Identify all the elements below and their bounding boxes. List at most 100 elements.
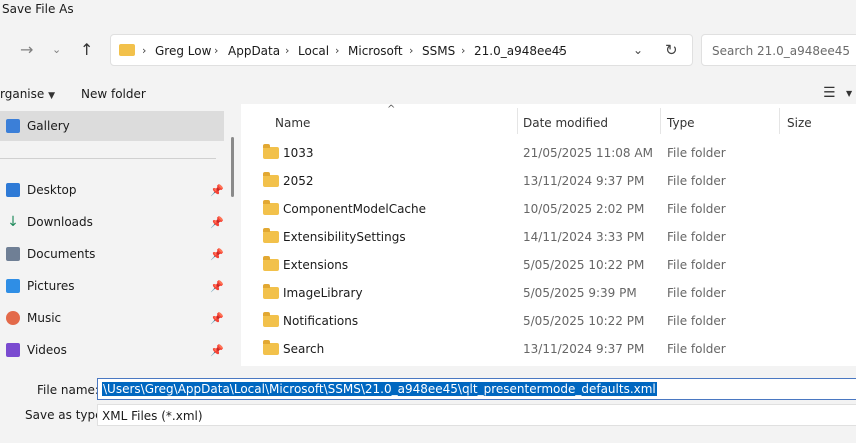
file-date: 14/11/2024 3:33 PM [523,230,645,244]
table-row[interactable]: Notifications 5/05/2025 10:22 PM File fo… [241,308,856,336]
breadcrumb-separator-icon: › [214,44,219,57]
sidebar-divider [0,158,216,159]
table-row[interactable]: ImageLibrary 5/05/2025 9:39 PM File fold… [241,280,856,308]
file-type: File folder [667,174,726,188]
videos-icon [6,343,20,357]
chevron-down-icon: ▼ [48,91,56,101]
download-icon: ↓ [7,214,19,230]
file-date: 10/05/2025 2:02 PM [523,202,645,216]
file-list: ^ Name Date modified Type Size 1033 21/0… [241,104,856,366]
file-type: File folder [667,342,726,356]
pin-icon[interactable]: 📌 [210,216,224,229]
file-date: 5/05/2025 9:39 PM [523,286,637,300]
gallery-icon [6,119,20,133]
sidebar-item-desktop[interactable]: Desktop [6,180,77,200]
folder-icon [119,44,135,56]
refresh-icon[interactable]: ↻ [665,41,678,59]
sidebar-item-label: Music [27,311,62,325]
table-row[interactable]: 2052 13/11/2024 9:37 PM File folder [241,168,856,196]
organise-button[interactable]: rganise ▼ [0,87,55,101]
file-name: Notifications [283,314,359,328]
folder-icon [263,284,279,299]
sidebar-item-documents[interactable]: Documents [6,244,95,264]
file-type: File folder [667,146,726,160]
breadcrumb-ssms[interactable]: SSMS [422,44,455,58]
file-name: ComponentModelCache [283,202,427,216]
pin-icon[interactable]: 📌 [210,184,224,197]
folder-icon [263,172,279,187]
search-input[interactable]: Search 21.0_a948ee45 [701,34,856,66]
column-divider[interactable] [779,108,780,134]
file-name-label: File name: [37,383,99,397]
file-type: File folder [667,230,726,244]
breadcrumb-local[interactable]: Local [298,44,329,58]
pin-icon[interactable]: 📌 [210,344,224,357]
file-name: ExtensibilitySettings [283,230,406,244]
sidebar-item-label: Documents [27,247,96,261]
breadcrumb-current-folder[interactable]: 21.0_a948ee45 [474,44,567,58]
desktop-icon [6,183,20,197]
sidebar-item-label: Downloads [27,215,93,229]
sidebar-item-label: Videos [27,343,67,357]
file-type: File folder [667,314,726,328]
breadcrumb-separator-icon: › [461,44,466,57]
sidebar-item-music[interactable]: Music [6,308,61,328]
address-dropdown-chevron-icon[interactable]: ⌄ [633,43,643,57]
breadcrumb-separator-icon: › [409,44,414,57]
table-row[interactable]: ExtensibilitySettings 14/11/2024 3:33 PM… [241,224,856,252]
table-row[interactable]: 1033 21/05/2025 11:08 AM File folder [241,140,856,168]
breadcrumb-separator-icon: › [558,44,563,57]
breadcrumb-microsoft[interactable]: Microsoft [348,44,403,58]
view-options-icon[interactable]: ☰ [823,85,836,101]
sidebar-item-videos[interactable]: Videos [6,340,67,360]
column-header-date-modified[interactable]: Date modified [523,116,608,130]
breadcrumb-separator-icon: › [285,44,290,57]
pictures-icon [6,279,20,293]
file-name: Extensions [283,258,349,272]
view-dropdown-chevron-icon[interactable]: ▼ [846,89,852,98]
file-name: 2052 [283,174,314,188]
file-date: 5/05/2025 10:22 PM [523,258,645,272]
column-header-size[interactable]: Size [787,116,812,130]
forward-icon[interactable]: → [20,42,33,58]
music-icon [6,311,20,325]
file-type: File folder [667,258,726,272]
column-divider[interactable] [517,108,518,134]
sidebar-item-label: Desktop [27,183,77,197]
folder-icon [263,256,279,271]
sidebar-item-downloads[interactable]: ↓ Downloads [6,212,93,232]
table-row[interactable]: Extensions 5/05/2025 10:22 PM File folde… [241,252,856,280]
pin-icon[interactable]: 📌 [210,248,224,261]
save-as-type-label: Save as type: [25,408,107,422]
table-row[interactable]: ComponentModelCache 10/05/2025 2:02 PM F… [241,196,856,224]
file-date: 5/05/2025 10:22 PM [523,314,645,328]
folder-icon [263,200,279,215]
file-name-input[interactable]: \Users\Greg\AppData\Local\Microsoft\SSMS… [97,378,856,400]
sort-ascending-icon: ^ [387,104,396,115]
sidebar-item-gallery[interactable]: Gallery [6,116,70,136]
folder-icon [263,340,279,355]
file-name: Search [283,342,325,356]
breadcrumb-separator-icon: › [335,44,340,57]
breadcrumb-appdata[interactable]: AppData [228,44,280,58]
column-header-type[interactable]: Type [667,116,695,130]
sidebar-scrollbar[interactable] [231,137,234,197]
pin-icon[interactable]: 📌 [210,280,224,293]
sidebar-item-pictures[interactable]: Pictures [6,276,75,296]
table-row[interactable]: Search 13/11/2024 9:37 PM File folder [241,336,856,364]
file-name-value: \Users\Greg\AppData\Local\Microsoft\SSMS… [102,382,657,396]
pin-icon[interactable]: 📌 [210,312,224,325]
file-date: 13/11/2024 9:37 PM [523,342,645,356]
folder-icon [263,228,279,243]
recent-locations-chevron-icon[interactable]: ⌄ [52,42,61,58]
window-title: Save File As [2,2,74,16]
new-folder-button[interactable]: New folder [81,87,146,101]
column-header-name[interactable]: Name [275,116,310,130]
save-as-type-select[interactable]: XML Files (*.xml) [97,404,856,426]
column-divider[interactable] [660,108,661,134]
up-folder-icon[interactable]: ↑ [80,42,93,58]
file-date: 13/11/2024 9:37 PM [523,174,645,188]
breadcrumb-greg-low[interactable]: Greg Low [155,44,211,58]
file-name: 1033 [283,146,314,160]
address-bar[interactable]: › Greg Low › AppData › Local › Microsoft… [110,34,693,66]
